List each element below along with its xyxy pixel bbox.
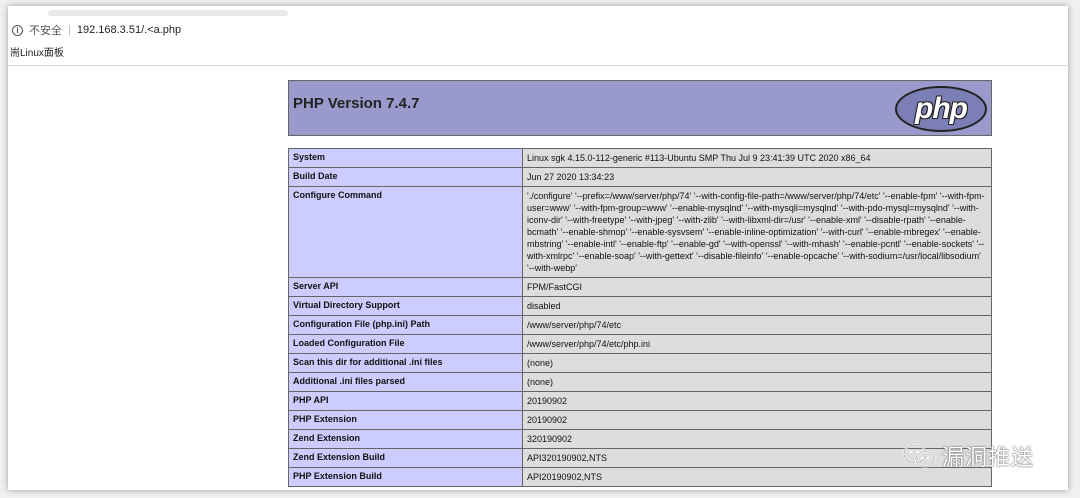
row-key: Zend Extension	[288, 429, 523, 449]
table-row: PHP Extension 20190902	[288, 410, 992, 430]
row-key: Server API	[288, 277, 523, 297]
row-value: (none)	[522, 353, 992, 373]
row-key: PHP Extension	[288, 410, 523, 430]
table-row: PHP API 20190902	[288, 391, 992, 411]
row-key: Virtual Directory Support	[288, 296, 523, 316]
table-row: Server API FPM/FastCGI	[288, 277, 992, 297]
page-content: PHP Version 7.4.7 php System Linux sgk 4.…	[8, 68, 1068, 490]
table-row: System Linux sgk 4.15.0-112-generic #113-…	[288, 148, 992, 168]
row-key: System	[288, 148, 523, 168]
row-value: 20190902	[522, 410, 992, 430]
address-separator: |	[68, 24, 71, 36]
row-value: FPM/FastCGI	[522, 277, 992, 297]
wechat-watermark: 漏洞推送	[902, 440, 1034, 472]
row-key: Additional .ini files parsed	[288, 372, 523, 392]
table-row: Virtual Directory Support disabled	[288, 296, 992, 316]
row-key: Configuration File (php.ini) Path	[288, 315, 523, 335]
row-key: PHP Extension Build	[288, 467, 523, 487]
watermark-text: 漏洞推送	[941, 445, 1034, 470]
table-row: PHP Extension Build API20190902,NTS	[288, 467, 992, 487]
php-version-title: PHP Version 7.4.7	[293, 95, 420, 112]
active-tab[interactable]	[48, 10, 288, 16]
table-row: Scan this dir for additional .ini files(…	[288, 353, 992, 373]
row-key: Zend Extension Build	[288, 448, 523, 468]
row-value: Linux sgk 4.15.0-112-generic #113-Ubuntu…	[522, 148, 992, 168]
browser-window: i 不安全 | 192.168.3.51/.<a.php 耑Linux面板 PH…	[8, 6, 1068, 490]
row-key: Loaded Configuration File	[288, 334, 523, 354]
row-key: Build Date	[288, 167, 523, 187]
row-value: Jun 27 2020 13:34:23	[522, 167, 992, 187]
wechat-icon	[902, 444, 935, 468]
row-key: Configure Command	[288, 186, 523, 278]
info-icon[interactable]: i	[12, 24, 23, 36]
table-row: Additional .ini files parsed (none)	[288, 372, 992, 392]
row-value: 20190902	[522, 391, 992, 411]
row-value: /www/server/php/74/etc/php.ini	[522, 334, 992, 354]
phpinfo-header: PHP Version 7.4.7 php	[288, 80, 992, 136]
table-row: Configure Command './configure' '--prefix…	[288, 186, 992, 278]
row-value: (none)	[522, 372, 992, 392]
php-logo-text: php	[915, 92, 968, 125]
row-value: /www/server/php/74/etc	[522, 315, 992, 335]
bookmark-linux-panel[interactable]: 耑Linux面板	[10, 48, 64, 59]
row-value: disabled	[522, 296, 992, 316]
table-row: Loaded Configuration File/www/server/php…	[288, 334, 992, 354]
address-bar[interactable]: i 不安全 | 192.168.3.51/.<a.php	[8, 18, 1068, 42]
row-key: PHP API	[288, 391, 523, 411]
table-row: Configuration File (php.ini) Path/www/se…	[288, 315, 992, 335]
bookmarks-bar: 耑Linux面板	[8, 46, 1068, 66]
security-label[interactable]: 不安全	[29, 22, 62, 38]
phpinfo-table: System Linux sgk 4.15.0-112-generic #113-…	[288, 148, 992, 487]
table-row: Build Date Jun 27 2020 13:34:23	[288, 167, 992, 187]
php-logo: php	[895, 86, 987, 132]
row-key: Scan this dir for additional .ini files	[288, 353, 523, 373]
row-value: './configure' '--prefix=/www/server/php/…	[522, 186, 992, 278]
table-row: Zend Extension Build API320190902,NTS	[288, 448, 992, 468]
url-text[interactable]: 192.168.3.51/.<a.php	[77, 24, 181, 36]
table-row: Zend Extension 320190902	[288, 429, 992, 449]
